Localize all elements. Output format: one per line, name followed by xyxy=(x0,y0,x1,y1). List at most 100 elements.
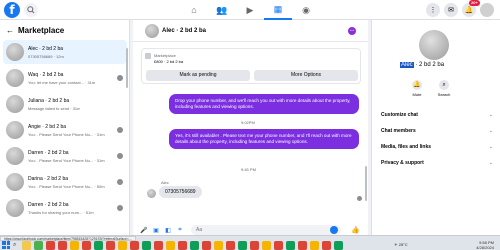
chrome-icon[interactable] xyxy=(58,241,67,250)
windows-start-icon[interactable] xyxy=(2,241,10,249)
sidebar-title: Marketplace xyxy=(18,26,65,35)
chrome-icon[interactable] xyxy=(250,241,259,250)
chrome-icon[interactable] xyxy=(262,241,271,250)
weather-widget[interactable]: ☀ 28°C xyxy=(394,242,408,247)
chat-avatar[interactable] xyxy=(145,24,159,38)
search-label: Search xyxy=(437,92,451,97)
conversation-item[interactable]: Angie · 2 bd 2 ba You: . Please Send Your… xyxy=(3,118,127,142)
profile-avatar-large[interactable] xyxy=(419,30,449,60)
photo-icon[interactable]: ▣ xyxy=(151,225,161,235)
conversation-name: Darren · 2 bd 2 ba xyxy=(28,149,69,156)
conversation-preview: Thanks for sharing your num... · 51m xyxy=(28,209,94,215)
conversation-preview: You: . Please Send Your Phone Nu... · 31… xyxy=(28,131,105,137)
mark-pending-button[interactable]: Mark as pending xyxy=(146,70,250,81)
chrome-icon[interactable] xyxy=(238,241,247,250)
conversation-item[interactable]: Waq · 2 bd 2 ba You: let me have your con… xyxy=(3,66,127,90)
like-icon[interactable]: 👍 xyxy=(351,226,360,234)
section-label: Privacy & support xyxy=(381,160,424,166)
nav-groups[interactable]: ◉ xyxy=(292,0,320,20)
conversation-item[interactable]: Darren · 2 bd 2 ba You: . Please Send You… xyxy=(3,144,127,168)
conversation-name: Juliana · 2 bd 2 ba xyxy=(28,97,70,104)
section-customize-chat[interactable]: Customize chat ⌄ xyxy=(381,112,493,118)
app-icon[interactable] xyxy=(34,241,43,250)
weather-temp: 28°C xyxy=(398,242,408,247)
chat-panel: Alec · 2 bd 2 ba ⋯ Marketplace £800 · 2 … xyxy=(133,20,368,235)
nav-friends[interactable]: 👥 xyxy=(208,0,236,20)
nav-marketplace[interactable]: ▦ xyxy=(264,0,292,20)
mute-button[interactable]: 🔔 Mute xyxy=(405,80,429,97)
listing-label: Marketplace xyxy=(154,53,176,58)
notifications-button[interactable]: 🔔 20+ xyxy=(462,0,480,17)
search-conversation-button[interactable]: ⌕ Search xyxy=(432,80,456,97)
chrome-icon[interactable] xyxy=(178,241,187,250)
back-arrow-icon[interactable]: ← xyxy=(6,26,14,35)
chrome-icon[interactable] xyxy=(214,241,223,250)
message-input[interactable] xyxy=(191,225,341,235)
more-options-button[interactable]: More Options xyxy=(254,70,358,81)
gif-icon[interactable]: ⌗ xyxy=(175,225,185,235)
conversation-item[interactable]: Darina · 2 bd 2 ba You: . Please Send You… xyxy=(3,170,127,194)
taskbar: https://www.facebook.com/marketplace/ite… xyxy=(0,235,500,250)
chrome-icon[interactable] xyxy=(142,241,151,250)
conversation-preview: Message failed to send · 31m xyxy=(28,105,81,111)
chrome-icon[interactable] xyxy=(106,241,115,250)
chrome-icon[interactable] xyxy=(226,241,235,250)
sidebar-scrollbar[interactable] xyxy=(126,48,128,88)
avatar xyxy=(6,121,24,139)
menu-button[interactable]: ⋮ xyxy=(426,3,440,17)
section-media-files[interactable]: Media, files and links ⌄ xyxy=(381,144,493,150)
chrome-icon[interactable] xyxy=(286,241,295,250)
chrome-icon[interactable] xyxy=(94,241,103,250)
chat-header: Alec · 2 bd 2 ba ⋯ xyxy=(133,20,368,42)
profile-avatar[interactable] xyxy=(480,3,494,17)
chrome-icon[interactable] xyxy=(322,241,331,250)
chat-title[interactable]: Alec · 2 bd 2 ba xyxy=(162,28,206,34)
avatar xyxy=(6,43,24,61)
marketplace-icon: ▦ xyxy=(273,3,283,14)
conversation-item[interactable]: Alec · 2 bd 2 ba 07305756689 · 12m xyxy=(3,40,127,64)
section-chat-members[interactable]: Chat members ⌄ xyxy=(381,128,493,134)
message-timestamp: 9:02PM xyxy=(241,120,255,125)
emoji-icon[interactable] xyxy=(330,226,338,234)
chevron-down-icon: ⌄ xyxy=(488,160,493,166)
microphone-icon[interactable]: 🎤 xyxy=(139,225,149,235)
nav-watch[interactable]: ▶ xyxy=(236,0,264,20)
seen-avatar xyxy=(117,205,123,211)
file-explorer-icon[interactable] xyxy=(22,241,31,250)
search-icon xyxy=(27,6,35,14)
section-label: Chat members xyxy=(381,128,416,134)
chrome-icon[interactable] xyxy=(70,241,79,250)
facebook-logo[interactable]: f xyxy=(4,2,20,18)
info-icon[interactable]: ⋯ xyxy=(348,27,356,35)
conversation-item[interactable]: Darren · 2 bd 2 ba Thanks for sharing you… xyxy=(3,196,127,220)
taskbar-search-icon[interactable]: ⌕ xyxy=(13,242,16,249)
chrome-icon[interactable] xyxy=(166,241,175,250)
friends-icon: 👥 xyxy=(216,4,228,15)
avatar xyxy=(6,173,24,191)
section-privacy-support[interactable]: Privacy & support ⌄ xyxy=(381,160,493,166)
bell-icon: 🔔 xyxy=(464,7,474,14)
chrome-icon[interactable] xyxy=(82,241,91,250)
sun-icon: ☀ xyxy=(394,242,398,247)
chrome-icon[interactable] xyxy=(298,241,307,250)
chrome-icon[interactable] xyxy=(46,241,55,250)
messenger-button[interactable]: ✉ xyxy=(444,3,458,17)
sender-avatar xyxy=(147,189,156,198)
avatar xyxy=(6,69,24,87)
system-clock[interactable]: 9:58 PM 4/28/2024 xyxy=(476,240,494,250)
chrome-icon[interactable] xyxy=(130,241,139,250)
conversation-item[interactable]: Juliana · 2 bd 2 ba Message failed to sen… xyxy=(3,92,127,116)
chrome-icon[interactable] xyxy=(274,241,283,250)
chrome-icon[interactable] xyxy=(334,241,343,250)
chat-scrollbar[interactable] xyxy=(365,166,367,201)
search-button[interactable] xyxy=(24,3,38,17)
chrome-icon[interactable] xyxy=(154,241,163,250)
chrome-icon[interactable] xyxy=(190,241,199,250)
sticker-icon[interactable]: ◧ xyxy=(163,225,173,235)
conversation-preview: 07305756689 · 12m xyxy=(28,53,64,59)
chrome-icon[interactable] xyxy=(202,241,211,250)
chrome-icon[interactable] xyxy=(118,241,127,250)
nav-home[interactable]: ⌂ xyxy=(180,0,208,20)
chrome-icon[interactable] xyxy=(310,241,319,250)
conversation-preview: You: . Please Send Your Phone Nu... · 50… xyxy=(28,183,105,189)
